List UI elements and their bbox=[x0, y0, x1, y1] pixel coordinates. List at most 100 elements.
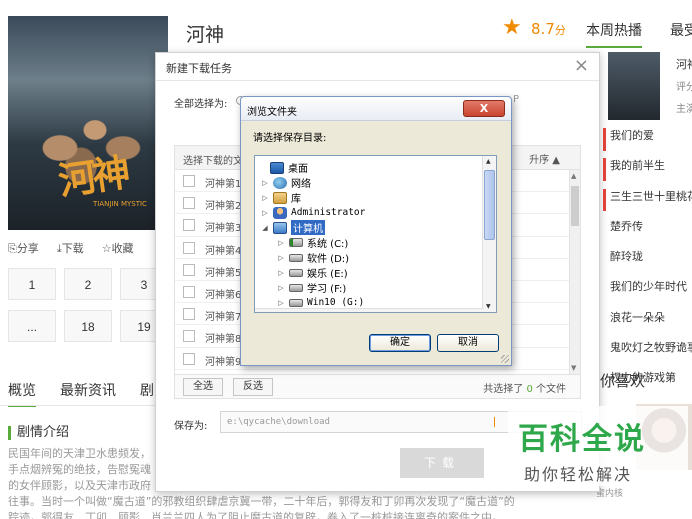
tree-item-label: 网络 bbox=[291, 179, 311, 190]
tree-item-label: 计算机 bbox=[291, 220, 325, 235]
row-checkbox[interactable] bbox=[183, 219, 195, 232]
network-icon bbox=[273, 176, 287, 189]
plot-line: 往事。当时一个叫做“魔古道”的邪教组织肆虐京冀一带，二十年后，郭得友和丁卯再次发… bbox=[8, 495, 515, 508]
folder-tree: 桌面 ▷ 网络 ▷ 库 ▷ Administrator ◢ 计算机 ▷ 系统 (… bbox=[254, 155, 497, 313]
watermark: 百科全说 助你轻松解决 bbox=[508, 406, 688, 486]
tree-item-network[interactable]: ▷ 网络 bbox=[261, 175, 311, 190]
expander-icon[interactable]: ▷ bbox=[277, 239, 285, 247]
hot-list-item[interactable]: 鬼吹灯之牧野诡事 bbox=[603, 340, 692, 363]
browse-prompt: 请选择保存目录: bbox=[253, 133, 327, 144]
invert-selection-button[interactable]: 反选 bbox=[233, 378, 273, 396]
hot-list-item[interactable]: 浪花一朵朵 bbox=[603, 310, 692, 333]
episode-button[interactable]: 1 bbox=[8, 268, 56, 300]
select-all-label: 全部选择为: bbox=[174, 99, 228, 110]
hot-list-item[interactable]: 三生三世十里桃花 bbox=[603, 188, 692, 212]
rating-score: 8.7分 bbox=[531, 20, 566, 38]
scrollbar-thumb[interactable] bbox=[571, 186, 579, 226]
expander-icon[interactable]: ▷ bbox=[277, 284, 285, 292]
tree-item-label: 娱乐 (E:) bbox=[307, 269, 348, 280]
system-drive-icon bbox=[289, 238, 303, 247]
expander-icon[interactable]: ▷ bbox=[261, 179, 269, 187]
tree-item-library[interactable]: ▷ 库 bbox=[261, 190, 301, 205]
task-dialog-title: 新建下载任务 bbox=[166, 62, 232, 75]
hot-list: 我们的爱 我的前半生 三生三世十里桃花 楚乔传 醉玲珑 我们的少年时代 浪花一朵… bbox=[603, 128, 692, 401]
tree-item-drive-f[interactable]: ▷ 学习 (F:) bbox=[277, 280, 346, 295]
expander-icon[interactable]: ▷ bbox=[277, 269, 285, 277]
row-checkbox[interactable] bbox=[183, 263, 195, 276]
scroll-down-icon[interactable]: ▼ bbox=[571, 364, 576, 372]
tree-item-label: Win10 (G:) bbox=[307, 297, 365, 308]
browse-dialog-titlebar[interactable]: 浏览文件夹 X bbox=[241, 97, 511, 121]
expander-icon[interactable]: ▷ bbox=[277, 254, 285, 262]
scroll-down-icon[interactable]: ▼ bbox=[486, 303, 491, 310]
tree-scrollbar[interactable]: ▲ ▼ bbox=[482, 156, 496, 312]
tree-item-computer[interactable]: ◢ 计算机 bbox=[261, 220, 325, 235]
tabs-divider bbox=[0, 405, 160, 406]
hot-list-item[interactable]: 我的前半生 bbox=[603, 158, 692, 181]
expander-icon[interactable]: ◢ bbox=[261, 224, 269, 232]
close-icon[interactable]: X bbox=[463, 100, 505, 117]
rating-star-icon: ★ bbox=[502, 15, 522, 40]
tree-item-desktop[interactable]: 桌面 bbox=[258, 160, 308, 175]
column-select-files: 选择下载的文 bbox=[183, 156, 243, 167]
poster-logo: 河神 bbox=[55, 149, 130, 204]
hot-list-item[interactable]: 我们的爱 bbox=[603, 128, 692, 151]
user-icon bbox=[273, 206, 287, 219]
browse-folder-dialog: 浏览文件夹 X 请选择保存目录: 桌面 ▷ 网络 ▷ 库 ▷ Administr… bbox=[240, 96, 512, 366]
download-submit-button[interactable]: 下载 bbox=[400, 448, 484, 478]
drama-poster[interactable]: 河神 TIANJIN MYSTIC bbox=[8, 16, 168, 230]
sort-ascending-button[interactable]: 升序 ▲ bbox=[529, 151, 560, 166]
plot-line: 踪迹，郭得友、丁卯、顾影、肖兰兰四人为了阻止魔古道的复辟，卷入了一桩桩接连离奇的… bbox=[8, 511, 503, 519]
close-icon[interactable]: × bbox=[574, 55, 589, 76]
plot-heading: 剧情介绍 bbox=[8, 426, 69, 440]
tab-weekly-hot[interactable]: 本周热播 bbox=[586, 20, 642, 48]
quality-option-label: P bbox=[513, 94, 520, 105]
expander-icon[interactable]: ▷ bbox=[261, 194, 269, 202]
hot-list-item[interactable]: 醉玲珑 bbox=[603, 249, 692, 272]
cancel-button[interactable]: 取消 bbox=[437, 334, 499, 352]
featured-title[interactable]: 河神 bbox=[676, 56, 692, 72]
row-checkbox[interactable] bbox=[183, 308, 195, 321]
share-button[interactable]: ⎘分享 bbox=[8, 240, 39, 256]
scroll-up-icon[interactable]: ▲ bbox=[571, 172, 576, 180]
row-checkbox[interactable] bbox=[183, 197, 195, 210]
tab-overview[interactable]: 概览 bbox=[8, 380, 36, 407]
hot-list-item[interactable]: 我们的少年时代 bbox=[603, 279, 692, 302]
download-button[interactable]: ⤓下载 bbox=[57, 240, 84, 256]
scroll-up-icon[interactable]: ▲ bbox=[486, 158, 491, 165]
tab-more[interactable]: 剧 bbox=[140, 380, 154, 407]
tab-news[interactable]: 最新资讯 bbox=[60, 380, 116, 407]
ok-button[interactable]: 确定 bbox=[369, 334, 431, 352]
episode-button[interactable]: 18 bbox=[64, 310, 112, 342]
tree-item-drive-e[interactable]: ▷ 娱乐 (E:) bbox=[277, 265, 348, 280]
row-checkbox[interactable] bbox=[183, 285, 195, 298]
selected-count: 共选择了 0 个文件 bbox=[483, 384, 566, 395]
episode-button[interactable]: 2 bbox=[64, 268, 112, 300]
tree-horizontal-scrollbar[interactable] bbox=[255, 308, 484, 312]
tree-item-drive-d[interactable]: ▷ 软件 (D:) bbox=[277, 250, 349, 265]
row-checkbox[interactable] bbox=[183, 352, 195, 365]
watermark-slogan: 助你轻松解决 bbox=[524, 465, 633, 484]
featured-rating: 评分 bbox=[676, 82, 692, 93]
computer-icon bbox=[273, 221, 287, 234]
tab-most-popular[interactable]: 最受 bbox=[670, 20, 692, 40]
row-checkbox[interactable] bbox=[183, 330, 195, 343]
select-all-button[interactable]: 全选 bbox=[183, 378, 223, 396]
featured-thumbnail[interactable] bbox=[608, 52, 660, 120]
row-checkbox[interactable] bbox=[183, 241, 195, 254]
drive-icon bbox=[289, 298, 303, 307]
content-tabs: 概览 最新资讯 剧 bbox=[8, 380, 154, 407]
episode-more-button[interactable]: ... bbox=[8, 310, 56, 342]
tree-item-drive-c[interactable]: ▷ 系统 (C:) bbox=[277, 235, 348, 250]
row-checkbox[interactable] bbox=[183, 175, 195, 187]
page-title: 河神 bbox=[186, 24, 225, 46]
scrollbar-thumb[interactable] bbox=[484, 170, 495, 240]
table-scrollbar[interactable]: ▲ ▼ bbox=[569, 170, 580, 374]
expander-icon[interactable]: ▷ bbox=[277, 299, 285, 307]
tree-item-administrator[interactable]: ▷ Administrator bbox=[261, 205, 365, 220]
hot-list-item[interactable]: 楚乔传 bbox=[603, 219, 692, 242]
resize-grip[interactable] bbox=[501, 355, 509, 363]
expander-icon[interactable]: ▷ bbox=[261, 209, 269, 217]
favorite-button[interactable]: ☆收藏 bbox=[102, 240, 134, 256]
desktop-icon bbox=[270, 161, 284, 174]
